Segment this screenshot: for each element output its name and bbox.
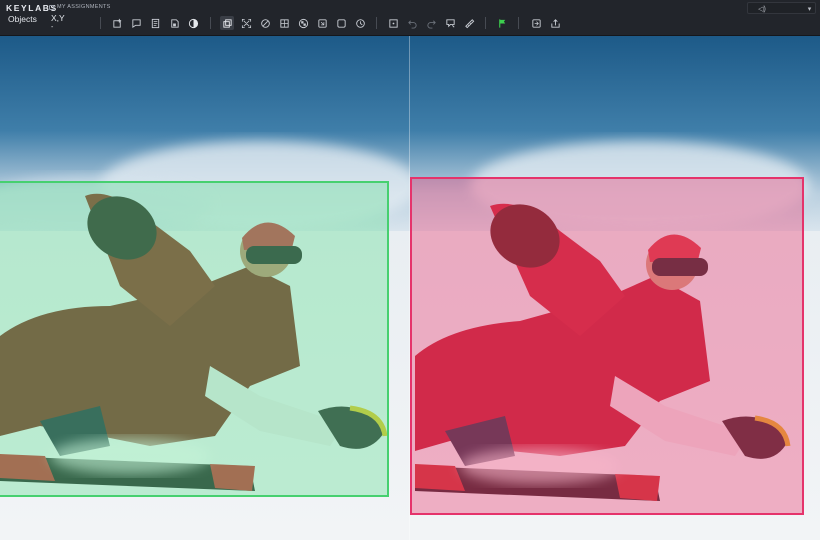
volume-icon[interactable]: ◁) bbox=[756, 3, 768, 14]
copy-icon bbox=[222, 18, 232, 28]
notes-button[interactable] bbox=[148, 16, 162, 30]
undo-icon bbox=[407, 19, 417, 29]
share-button[interactable] bbox=[548, 16, 562, 30]
fit-button[interactable] bbox=[239, 16, 253, 30]
assignments-icon bbox=[49, 4, 54, 10]
toolbar-separator bbox=[210, 17, 211, 29]
contrast-icon bbox=[188, 18, 198, 28]
chevron-down-icon[interactable]: ▾ bbox=[805, 3, 814, 14]
frame-button[interactable] bbox=[334, 16, 348, 30]
top-toolbar: KEYLABS MY ASSIGNMENTS Objects X,Y - ◁) … bbox=[0, 0, 820, 36]
contrast-button[interactable] bbox=[186, 16, 200, 30]
select-icon bbox=[388, 18, 398, 28]
redo-button[interactable] bbox=[424, 16, 438, 30]
comment-button[interactable] bbox=[129, 16, 143, 30]
tab-xy[interactable]: X,Y - bbox=[51, 14, 65, 32]
new-object-icon bbox=[112, 18, 121, 28]
feedback-icon bbox=[445, 18, 455, 27]
export-icon bbox=[531, 18, 541, 28]
redo-icon bbox=[426, 19, 436, 29]
checker-button[interactable] bbox=[296, 16, 310, 30]
history-icon bbox=[355, 18, 365, 28]
toolbar-separator bbox=[518, 17, 519, 29]
flag-icon bbox=[498, 18, 505, 28]
brush-icon bbox=[260, 18, 270, 28]
feedback-button[interactable] bbox=[443, 16, 457, 30]
undo-button[interactable] bbox=[405, 16, 419, 30]
grid-icon bbox=[279, 18, 289, 28]
tab-xy-label: X,Y bbox=[51, 13, 65, 23]
my-assignments-link[interactable]: MY ASSIGNMENTS bbox=[49, 4, 111, 10]
save-icon bbox=[170, 18, 179, 28]
comment-icon bbox=[131, 18, 141, 28]
save-button[interactable] bbox=[167, 16, 181, 30]
image-pane-right[interactable] bbox=[410, 36, 820, 540]
grid-button[interactable] bbox=[277, 16, 291, 30]
image-pane-left[interactable] bbox=[0, 36, 410, 540]
keyboard-icon bbox=[317, 18, 327, 28]
select-button[interactable] bbox=[386, 16, 400, 30]
tab-xy-value: - bbox=[51, 24, 54, 31]
bounding-box-green[interactable] bbox=[0, 181, 389, 497]
toolbar-separator bbox=[485, 17, 486, 29]
annotation-canvas[interactable] bbox=[0, 36, 820, 540]
copy-button[interactable] bbox=[220, 16, 234, 30]
tab-objects[interactable]: Objects bbox=[8, 14, 37, 24]
bounding-box-red[interactable] bbox=[410, 177, 804, 515]
ruler-icon bbox=[464, 18, 474, 28]
ruler-button[interactable] bbox=[462, 16, 476, 30]
toolbar-separator bbox=[376, 17, 377, 29]
keyboard-button[interactable] bbox=[315, 16, 329, 30]
brush-button[interactable] bbox=[258, 16, 272, 30]
my-assignments-label: MY ASSIGNMENTS bbox=[57, 4, 111, 10]
history-button[interactable] bbox=[353, 16, 367, 30]
checker-icon bbox=[298, 18, 308, 28]
flag-button[interactable] bbox=[495, 16, 509, 30]
fit-icon bbox=[241, 18, 251, 28]
notes-icon bbox=[151, 18, 159, 28]
export-button[interactable] bbox=[529, 16, 543, 30]
share-icon bbox=[550, 18, 560, 28]
new-object-button[interactable] bbox=[110, 16, 124, 30]
toolbar-separator bbox=[100, 17, 101, 29]
frame-icon bbox=[336, 18, 346, 28]
